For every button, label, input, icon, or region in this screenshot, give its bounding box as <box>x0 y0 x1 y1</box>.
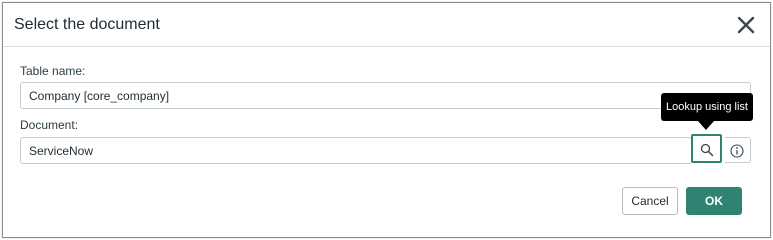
document-label: Document: <box>20 118 79 132</box>
dialog-title: Select the document <box>14 16 160 33</box>
table-name-field[interactable]: Company [core_company] <box>20 82 751 109</box>
tooltip-arrow <box>698 121 714 130</box>
cancel-button[interactable]: Cancel <box>622 187 678 215</box>
close-icon <box>737 16 755 34</box>
lookup-tooltip: Lookup using list <box>661 93 753 121</box>
table-name-label: Table name: <box>20 64 86 78</box>
info-button[interactable] <box>725 137 751 163</box>
dialog-header: Select the document <box>3 3 770 47</box>
document-field[interactable]: ServiceNow <box>20 137 692 164</box>
ok-button[interactable]: OK <box>686 187 742 215</box>
search-icon <box>700 143 714 157</box>
info-icon <box>730 144 744 158</box>
lookup-button[interactable] <box>691 134 722 163</box>
close-button[interactable] <box>734 13 758 37</box>
